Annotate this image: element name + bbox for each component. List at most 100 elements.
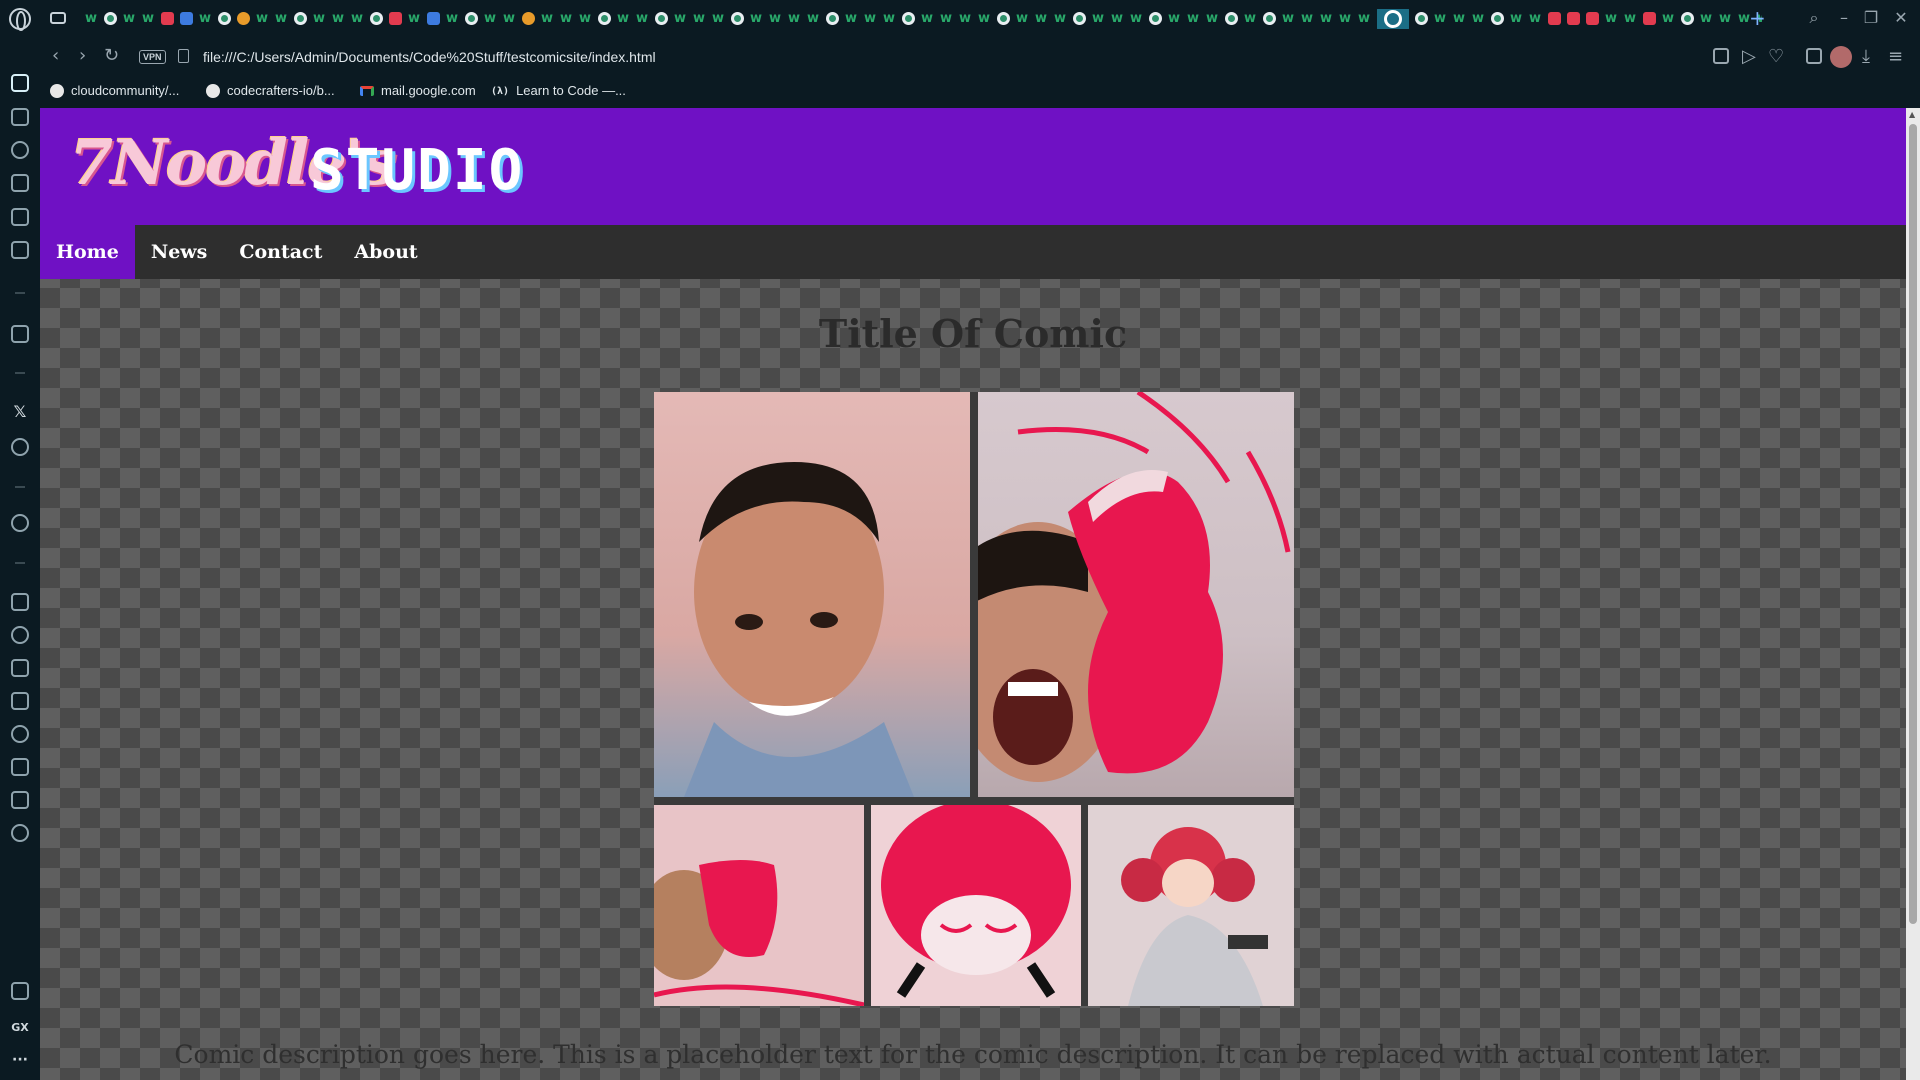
tab-favicon-icon[interactable] — [237, 12, 250, 25]
send-icon[interactable]: ▷ — [1742, 47, 1756, 67]
tab-favicon-icon[interactable] — [1510, 12, 1523, 25]
extensions-icon[interactable] — [1806, 48, 1822, 64]
tab-favicon-icon[interactable] — [1434, 12, 1447, 25]
minimize-icon[interactable]: – — [1835, 9, 1853, 27]
tab-favicon-icon[interactable] — [1529, 12, 1542, 25]
tab-favicon-icon[interactable] — [1206, 12, 1219, 25]
bookmark-item[interactable]: cloudcommunity/... — [50, 82, 179, 100]
tab-favicon-icon[interactable] — [1149, 12, 1162, 25]
downloads-icon[interactable]: ⤓ — [1862, 47, 1870, 67]
tab-favicon-icon[interactable] — [940, 12, 953, 25]
tab-favicon-icon[interactable] — [1092, 12, 1105, 25]
tab-favicon-icon[interactable] — [617, 12, 630, 25]
tab-favicon-icon[interactable] — [921, 12, 934, 25]
tab-favicon-icon[interactable] — [1586, 12, 1599, 25]
speed-dial-icon[interactable] — [11, 141, 29, 159]
back-icon[interactable]: ‹ — [52, 46, 59, 66]
search-tabs-icon[interactable]: ⌕ — [1805, 9, 1823, 27]
discord-icon[interactable] — [11, 438, 29, 456]
tab-favicon-icon[interactable] — [1073, 12, 1086, 25]
tab-favicon-icon[interactable] — [1130, 12, 1143, 25]
settings-gear-icon[interactable] — [11, 824, 29, 842]
tab-favicon-icon[interactable] — [446, 12, 459, 25]
bookmark-item[interactable]: (λ) Learn to Code —... — [491, 82, 626, 100]
spotify-icon[interactable] — [11, 514, 29, 532]
tab-favicon-icon[interactable] — [142, 12, 155, 25]
tab-favicon-icon[interactable] — [1244, 12, 1257, 25]
tab-favicon-icon[interactable] — [1225, 12, 1238, 25]
vpn-badge[interactable]: VPN — [139, 50, 166, 64]
nav-about[interactable]: About — [338, 225, 433, 279]
tab-favicon-icon[interactable] — [1662, 12, 1675, 25]
home-icon[interactable] — [11, 74, 29, 92]
tab-favicon-icon[interactable] — [674, 12, 687, 25]
tab-favicon-icon[interactable] — [750, 12, 763, 25]
more-icon[interactable]: ··· — [8, 1052, 32, 1068]
opera-gx-logo-icon[interactable] — [9, 8, 31, 31]
new-tab-icon[interactable]: + — [1749, 8, 1766, 28]
tab-favicon-icon[interactable] — [275, 12, 288, 25]
gx-control-icon[interactable] — [11, 982, 29, 1000]
downloads-icon[interactable] — [11, 758, 29, 776]
tab-favicon-icon[interactable] — [959, 12, 972, 25]
tab-favicon-icon[interactable] — [1016, 12, 1029, 25]
tab-favicon-icon[interactable] — [731, 12, 744, 25]
tab-favicon-icon[interactable] — [997, 12, 1010, 25]
forward-icon[interactable]: › — [79, 46, 86, 66]
tab-favicon-icon[interactable] — [1263, 12, 1276, 25]
tab-favicon-icon[interactable] — [1054, 12, 1067, 25]
aria-icon[interactable] — [11, 325, 29, 343]
tab-favicon-icon[interactable] — [1472, 12, 1485, 25]
tab-favicon-icon[interactable] — [351, 12, 364, 25]
tab-favicon-icon[interactable] — [427, 12, 440, 25]
tab-favicon-icon[interactable] — [1415, 12, 1428, 25]
pinboard-icon[interactable] — [11, 659, 29, 677]
tab-favicon-icon[interactable] — [1605, 12, 1618, 25]
tab-favicon-icon[interactable] — [560, 12, 573, 25]
tab-favicon-icon[interactable] — [636, 12, 649, 25]
tab-favicon-icon[interactable] — [123, 12, 136, 25]
tab-favicon-icon[interactable] — [256, 12, 269, 25]
tab-favicon-icon[interactable] — [199, 12, 212, 25]
snapshot-icon[interactable] — [1713, 48, 1729, 64]
tab-favicon-icon[interactable] — [1700, 12, 1713, 25]
tab-favicon-icon[interactable] — [902, 12, 915, 25]
tab-favicon-icon[interactable] — [408, 12, 421, 25]
tabs-list-icon[interactable] — [11, 692, 29, 710]
nav-home[interactable]: Home — [40, 225, 135, 279]
tab-favicon-icon[interactable] — [294, 12, 307, 25]
tab-favicon-icon[interactable] — [1301, 12, 1314, 25]
page-info-icon[interactable] — [178, 49, 189, 63]
tab-favicon-icon[interactable] — [180, 12, 193, 25]
profile-avatar[interactable] — [1830, 46, 1852, 68]
tab-favicon-icon[interactable] — [712, 12, 725, 25]
active-tab-favicon-icon[interactable] — [1377, 9, 1409, 29]
tab-favicon-icon[interactable] — [978, 12, 991, 25]
tab-menu-icon[interactable] — [50, 12, 66, 24]
mods-icon[interactable] — [11, 241, 29, 259]
close-icon[interactable]: ✕ — [1892, 9, 1910, 27]
reload-icon[interactable]: ↻ — [104, 46, 119, 66]
restore-icon[interactable]: ❐ — [1862, 9, 1880, 27]
tab-favicon-icon[interactable] — [1491, 12, 1504, 25]
tab-favicon-icon[interactable] — [218, 12, 231, 25]
tab-favicon-icon[interactable] — [541, 12, 554, 25]
tab-favicon-icon[interactable] — [1719, 12, 1732, 25]
tab-favicon-icon[interactable] — [1111, 12, 1124, 25]
tab-favicon-icon[interactable] — [1624, 12, 1637, 25]
tab-favicon-icon[interactable] — [1282, 12, 1295, 25]
page-viewport[interactable]: 7Noodle's STUDIO Home News Contact About… — [40, 108, 1906, 1080]
tab-favicon-icon[interactable] — [1358, 12, 1371, 25]
tab-favicon-icon[interactable] — [883, 12, 896, 25]
tab-favicon-icon[interactable] — [503, 12, 516, 25]
tab-favicon-icon[interactable] — [1035, 12, 1048, 25]
tab-favicon-icon[interactable] — [1681, 12, 1694, 25]
easy-setup-menu-icon[interactable]: ≡ — [1888, 47, 1903, 67]
bookmark-item[interactable]: codecrafters-io/b... — [206, 82, 335, 100]
tab-favicon-icon[interactable] — [655, 12, 668, 25]
gaming-icon[interactable] — [11, 108, 29, 126]
gx-label[interactable]: GX — [8, 1021, 32, 1034]
tab-favicon-icon[interactable] — [769, 12, 782, 25]
history-icon[interactable] — [11, 725, 29, 743]
tab-favicon-icon[interactable] — [1187, 12, 1200, 25]
